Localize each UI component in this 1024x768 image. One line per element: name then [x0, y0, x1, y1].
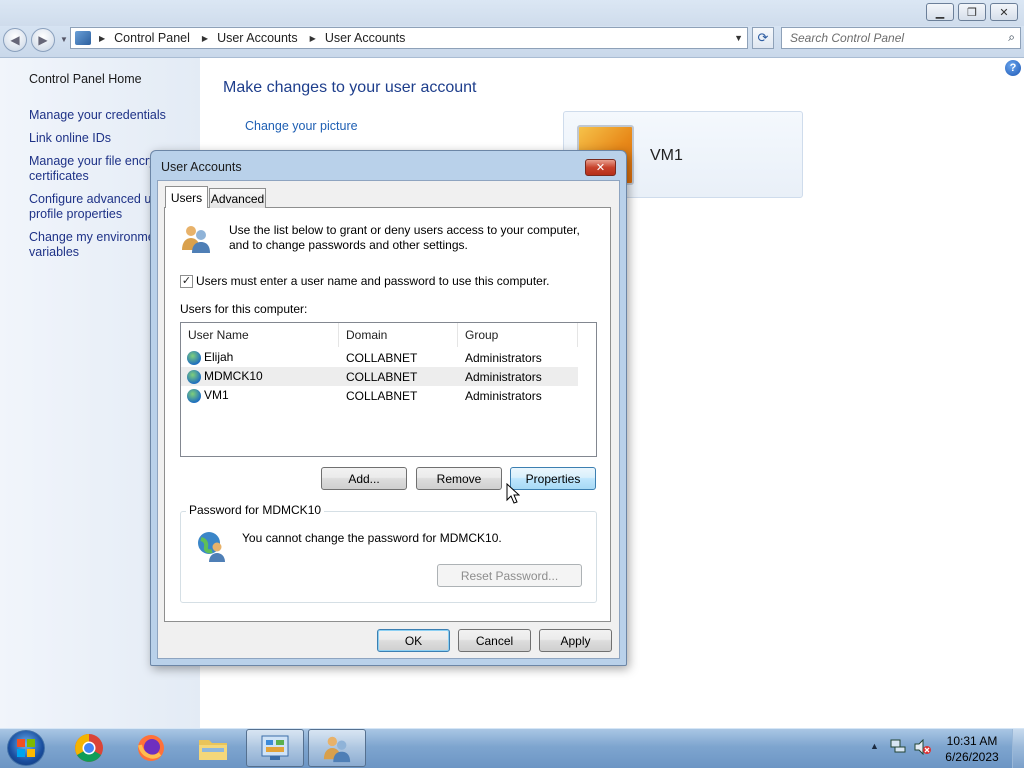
mouse-cursor-icon [506, 482, 521, 507]
user-group: Administrators [465, 369, 542, 384]
search-input[interactable]: Search Control Panel ⌕ [781, 27, 1021, 49]
intro-line-1: Use the list below to grant or deny user… [229, 223, 580, 237]
users-list-label: Users for this computer: [180, 302, 308, 316]
volume-muted-icon[interactable] [914, 738, 932, 756]
table-row[interactable]: Elijah COLLABNET Administrators [181, 348, 578, 367]
recent-pages-dropdown[interactable]: ▼ [60, 35, 68, 44]
manage-credentials-link[interactable]: Manage your credentials [29, 108, 166, 123]
address-dropdown-icon[interactable]: ▼ [734, 33, 743, 43]
control-panel-home-link[interactable]: Control Panel Home [29, 72, 142, 87]
apply-button[interactable]: Apply [539, 629, 612, 652]
reset-password-button[interactable]: Reset Password... [437, 564, 582, 587]
back-button[interactable]: ◀ [3, 28, 27, 52]
manage-file-encryption-link[interactable]: Manage your file encry [29, 154, 155, 169]
page-heading: Make changes to your user account [223, 79, 477, 96]
close-button[interactable]: ✕ [990, 3, 1018, 21]
file-explorer-icon [199, 740, 227, 760]
configure-profile-properties-link-line2[interactable]: profile properties [29, 207, 122, 222]
control-panel-icon [75, 31, 91, 45]
taskbar-firefox[interactable] [122, 729, 180, 767]
control-panel-icon [261, 735, 289, 760]
breadcrumb-chevron-icon: ▶ [201, 33, 209, 43]
breadcrumb-chevron-icon: ▶ [99, 33, 106, 43]
network-icon[interactable] [890, 739, 906, 753]
minimize-button[interactable]: ▁ [926, 3, 954, 21]
ok-button[interactable]: OK [377, 629, 450, 652]
column-header-domain[interactable]: Domain [339, 323, 458, 347]
password-groupbox [180, 511, 597, 603]
manage-file-encryption-link-line2[interactable]: certificates [29, 169, 89, 184]
add-user-button[interactable]: Add... [321, 467, 407, 490]
column-header-user-name[interactable]: User Name [181, 323, 339, 347]
search-placeholder: Search Control Panel [790, 31, 905, 45]
breadcrumb-user-accounts[interactable]: User Accounts [217, 31, 298, 45]
table-row[interactable]: VM1 COLLABNET Administrators [181, 386, 578, 405]
change-environment-variables-link[interactable]: Change my environme [29, 230, 155, 245]
user-name: MDMCK10 [204, 369, 263, 384]
remove-user-button[interactable]: Remove [416, 467, 502, 490]
require-password-label[interactable]: Users must enter a user name and passwor… [196, 274, 550, 289]
taskbar-control-panel[interactable] [246, 729, 304, 767]
breadcrumb-control-panel[interactable]: Control Panel [114, 31, 190, 45]
firefox-icon [138, 735, 164, 761]
help-icon[interactable]: ? [1005, 60, 1021, 76]
tab-advanced[interactable]: Advanced [209, 188, 266, 208]
user-icon [187, 369, 201, 384]
chrome-icon [75, 734, 103, 762]
user-name: VM1 [204, 388, 229, 403]
user-domain: COLLABNET [346, 369, 418, 384]
taskbar-explorer[interactable] [184, 729, 242, 767]
password-message: You cannot change the password for MDMCK… [242, 531, 502, 545]
users-icon [180, 222, 212, 254]
user-group: Administrators [465, 388, 542, 403]
window-titlebar [0, 0, 1024, 26]
clock-date: 6/26/2023 [945, 750, 999, 764]
dialog-title: User Accounts [161, 160, 242, 174]
link-online-ids-link[interactable]: Link online IDs [29, 131, 111, 146]
require-password-checkbox[interactable]: ✓ [180, 275, 193, 288]
forward-button[interactable]: ▶ [31, 28, 55, 52]
address-bar[interactable]: ▶ Control Panel ▶ User Accounts ▶ User A… [70, 27, 748, 49]
show-hidden-icons-button[interactable]: ▲ [870, 741, 879, 751]
change-picture-link[interactable]: Change your picture [245, 119, 358, 133]
dialog-close-button[interactable]: ✕ [585, 159, 616, 176]
taskbar-chrome[interactable] [60, 729, 118, 767]
taskbar-clock[interactable]: 10:31 AM 6/26/2023 [938, 733, 1006, 765]
column-header-group[interactable]: Group [458, 323, 578, 347]
maximize-button[interactable]: ❐ [958, 3, 986, 21]
user-domain: COLLABNET [346, 388, 418, 403]
show-desktop-button[interactable] [1012, 729, 1024, 768]
cancel-button[interactable]: Cancel [458, 629, 531, 652]
user-icon [187, 350, 201, 365]
taskbar-user-accounts[interactable] [308, 729, 366, 767]
start-button[interactable] [7, 730, 45, 766]
table-row-selected[interactable]: MDMCK10 COLLABNET Administrators [181, 367, 578, 386]
breadcrumb-user-accounts-current[interactable]: User Accounts [325, 31, 406, 45]
breadcrumb-chevron-icon: ▶ [309, 33, 316, 43]
user-accounts-icon [323, 736, 351, 763]
intro-line-2: and to change passwords and other settin… [229, 238, 468, 252]
user-group: Administrators [465, 350, 542, 365]
user-icon [187, 388, 201, 403]
user-domain: COLLABNET [346, 350, 418, 365]
properties-button[interactable]: Properties [510, 467, 596, 490]
search-icon[interactable]: ⌕ [1008, 30, 1015, 45]
password-group-label: Password for MDMCK10 [186, 503, 325, 517]
user-name: Elijah [204, 350, 234, 365]
change-environment-variables-link-line2[interactable]: variables [29, 245, 79, 260]
refresh-button[interactable]: ⟳ [752, 27, 774, 49]
configure-profile-properties-link[interactable]: Configure advanced us [29, 192, 158, 207]
tab-users[interactable]: Users [165, 186, 208, 208]
account-name: VM1 [650, 147, 683, 164]
user-globe-icon [196, 530, 228, 562]
windows-logo-icon [17, 739, 35, 757]
clock-time: 10:31 AM [946, 734, 998, 748]
